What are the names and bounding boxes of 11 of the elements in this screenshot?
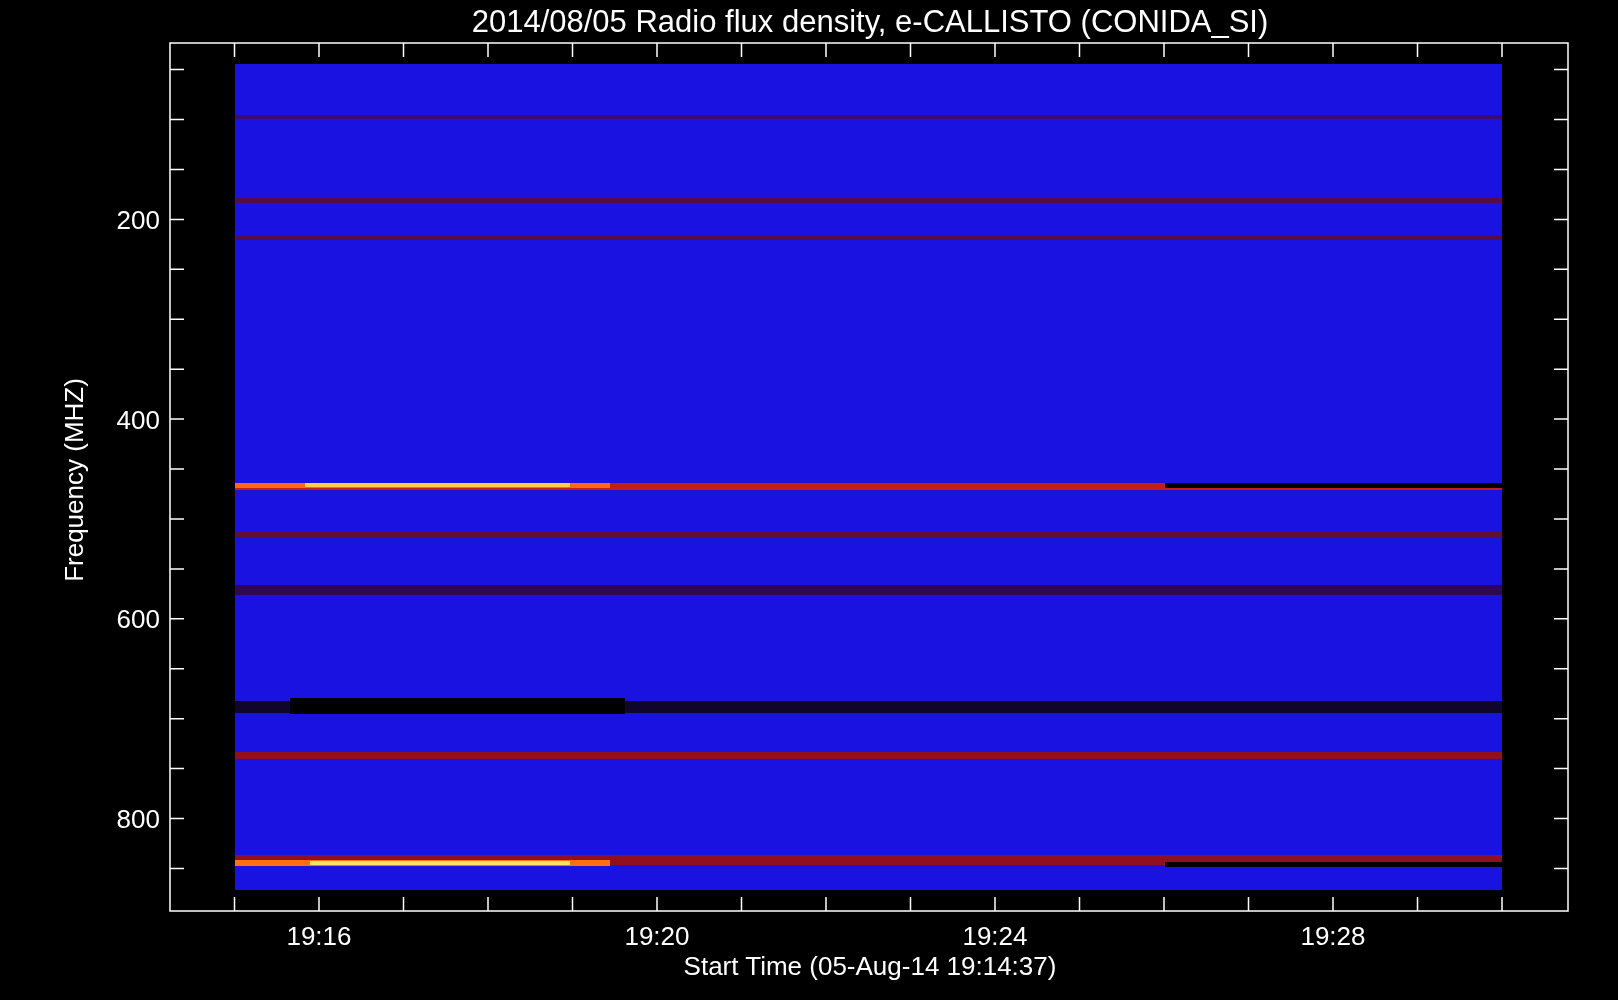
tick-label: 600 <box>116 604 160 635</box>
tick-label: 400 <box>116 404 160 435</box>
tick-label: 800 <box>116 804 160 835</box>
axis-title: Start Time (05-Aug-14 19:14:37) <box>683 951 1057 981</box>
tick-label: 200 <box>116 205 160 235</box>
tick-label: 19:28 <box>1300 921 1366 951</box>
axis-title: Frequency (MHZ) <box>59 378 89 582</box>
chart-title: 2014/08/05 Radio flux density, e-CALLISTO (CONIDA_SI) <box>471 4 1269 39</box>
tick-label: 19:24 <box>962 921 1028 951</box>
tick-label: 19:20 <box>624 921 690 951</box>
tick-label: 19:16 <box>286 921 352 951</box>
